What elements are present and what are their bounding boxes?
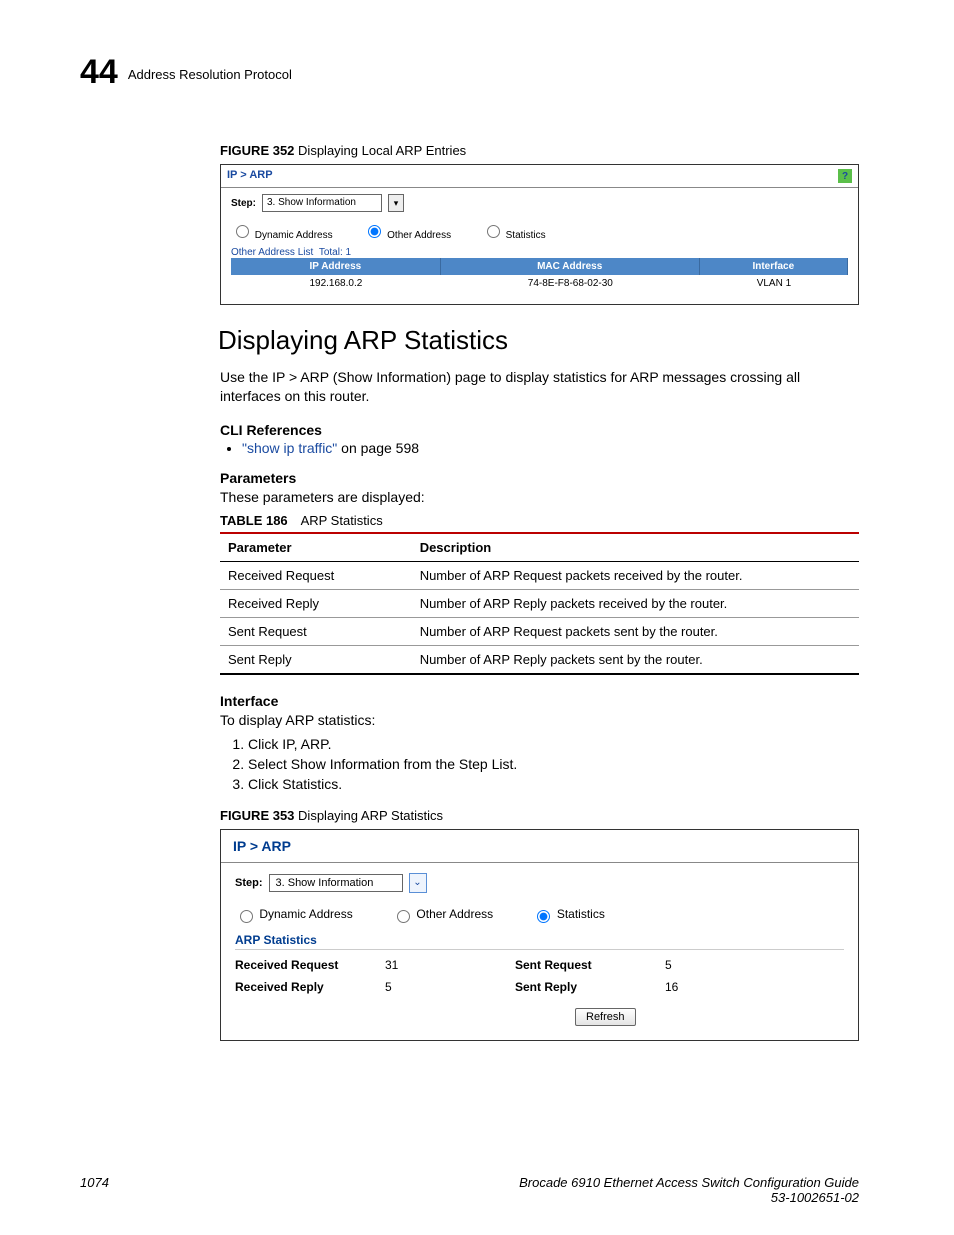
chevron-down-icon[interactable]: ▾ <box>388 194 404 212</box>
other-address-list-label: Other Address List <box>231 247 313 258</box>
step-item: Select Show Information from the Step Li… <box>248 756 859 772</box>
arp-statistics-grid: Received Request 31 Sent Request 5 Recei… <box>235 958 844 994</box>
interface-heading: Interface <box>220 693 859 709</box>
radio-other-address[interactable]: Other Address <box>392 907 493 921</box>
step-label: Step: <box>235 877 263 889</box>
parameters-intro: These parameters are displayed: <box>220 488 859 507</box>
other-address-list-total: Total: 1 <box>319 247 351 258</box>
step-select[interactable]: 3. Show Information <box>262 194 382 212</box>
page-number: 1074 <box>80 1175 109 1205</box>
chevron-down-icon[interactable]: ⌄ <box>409 873 427 893</box>
help-icon[interactable]: ? <box>838 169 852 183</box>
radio-dynamic-address[interactable]: Dynamic Address <box>231 230 333 241</box>
radio-other-address[interactable]: Other Address <box>363 230 451 241</box>
figure-caption-text: Displaying ARP Statistics <box>298 808 443 823</box>
document-number: 53-1002651-02 <box>519 1190 859 1205</box>
table-row: Sent RequestNumber of ARP Request packet… <box>220 617 859 645</box>
table-caption-text: ARP Statistics <box>301 513 383 528</box>
section-heading: Displaying ARP Statistics <box>218 325 859 356</box>
cell-ip: 192.168.0.2 <box>231 275 441 292</box>
cli-link-suffix: on page 598 <box>337 440 419 456</box>
table-row: Sent ReplyNumber of ARP Reply packets se… <box>220 645 859 674</box>
th-mac: MAC Address <box>441 258 700 275</box>
stat-value: 31 <box>385 958 515 972</box>
th-ip: IP Address <box>231 258 441 275</box>
cli-references-heading: CLI References <box>220 422 859 438</box>
figure-353-caption: FIGURE 353 Displaying ARP Statistics <box>220 808 859 823</box>
step-label: Step: <box>231 198 256 209</box>
table-label: TABLE 186 <box>220 513 288 528</box>
table-header: IP Address MAC Address Interface <box>231 258 848 275</box>
figure-label: FIGURE 353 <box>220 808 294 823</box>
table-row: 192.168.0.2 74-8E-F8-68-02-30 VLAN 1 <box>231 275 848 292</box>
stat-value: 5 <box>665 958 745 972</box>
figure-352-panel: IP > ARP ? Step: 3. Show Information ▾ D… <box>220 164 859 305</box>
stat-label: Received Reply <box>235 980 385 994</box>
cell-interface: VLAN 1 <box>700 275 848 292</box>
th-description: Description <box>412 533 859 562</box>
step-item: Click Statistics. <box>248 776 859 792</box>
chapter-title: Address Resolution Protocol <box>128 67 292 82</box>
cli-reference-item: "show ip traffic" on page 598 <box>242 440 859 456</box>
stat-value: 5 <box>385 980 515 994</box>
page-footer: 1074 Brocade 6910 Ethernet Access Switch… <box>80 1175 859 1205</box>
stat-label: Sent Request <box>515 958 665 972</box>
stat-label: Received Request <box>235 958 385 972</box>
cell-mac: 74-8E-F8-68-02-30 <box>441 275 700 292</box>
stat-label: Sent Reply <box>515 980 665 994</box>
breadcrumb: IP > ARP <box>221 830 858 863</box>
intro-text: Use the IP > ARP (Show Information) page… <box>220 368 859 406</box>
table-186: Parameter Description Received RequestNu… <box>220 532 859 675</box>
running-head: 44 Address Resolution Protocol <box>80 55 859 89</box>
radio-statistics[interactable]: Statistics <box>532 907 604 921</box>
breadcrumb: IP > ARP <box>227 169 273 183</box>
figure-352-caption: FIGURE 352 Displaying Local ARP Entries <box>220 143 859 158</box>
table-186-caption: TABLE 186 ARP Statistics <box>220 513 859 528</box>
arp-statistics-heading: ARP Statistics <box>235 933 844 950</box>
chapter-number: 44 <box>80 55 118 89</box>
radio-statistics[interactable]: Statistics <box>482 230 546 241</box>
figure-caption-text: Displaying Local ARP Entries <box>298 143 466 158</box>
cli-link[interactable]: "show ip traffic" <box>242 440 337 456</box>
parameters-heading: Parameters <box>220 470 859 486</box>
stat-value: 16 <box>665 980 745 994</box>
refresh-button[interactable]: Refresh <box>575 1008 636 1026</box>
table-row: Received ReplyNumber of ARP Reply packet… <box>220 589 859 617</box>
step-select[interactable]: 3. Show Information <box>269 874 403 892</box>
radio-dynamic-address[interactable]: Dynamic Address <box>235 907 353 921</box>
th-interface: Interface <box>700 258 848 275</box>
book-title: Brocade 6910 Ethernet Access Switch Conf… <box>519 1175 859 1190</box>
interface-intro: To display ARP statistics: <box>220 711 859 730</box>
figure-label: FIGURE 352 <box>220 143 294 158</box>
figure-353-panel: IP > ARP Step: 3. Show Information ⌄ Dyn… <box>220 829 859 1041</box>
th-parameter: Parameter <box>220 533 412 562</box>
step-item: Click IP, ARP. <box>248 736 859 752</box>
table-row: Received RequestNumber of ARP Request pa… <box>220 561 859 589</box>
